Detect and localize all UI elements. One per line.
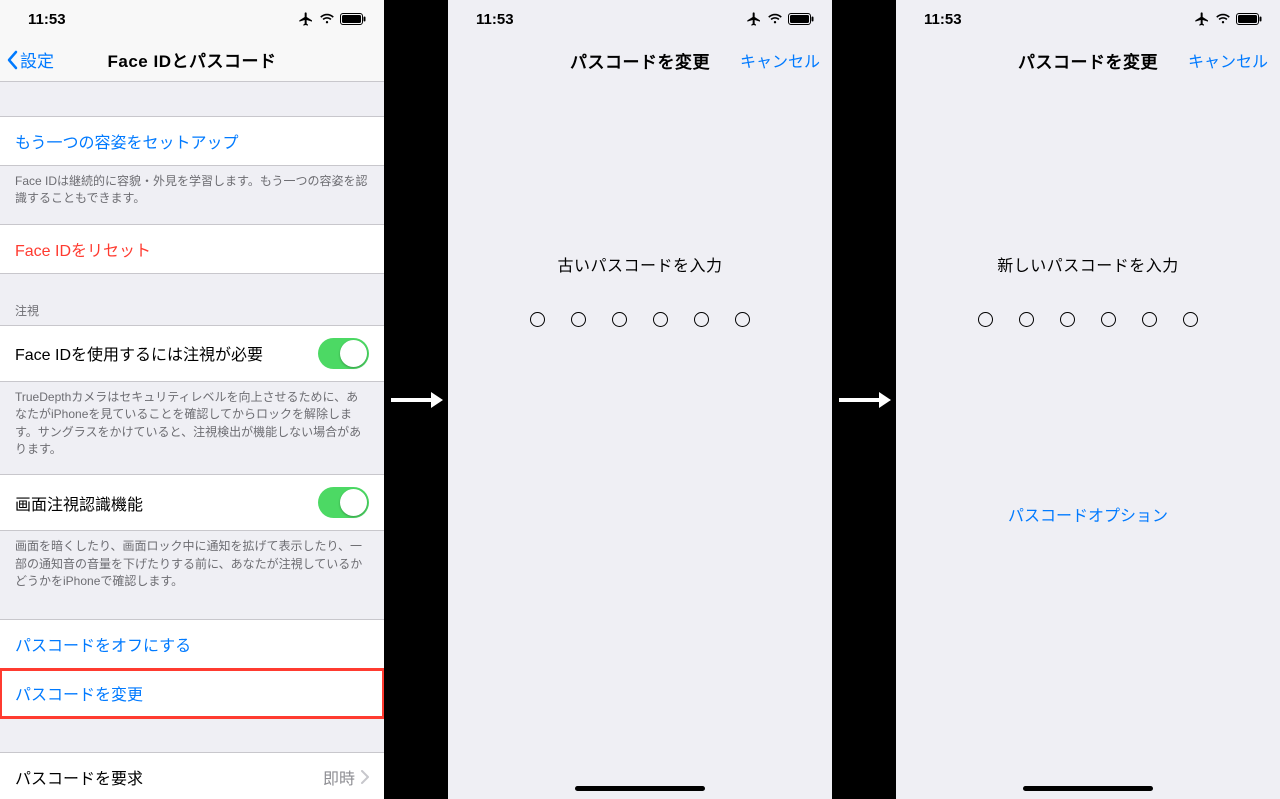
cancel-button[interactable]: キャンセル [1188, 48, 1268, 72]
attention-aware-footer: 画面を暗くしたり、画面ロック中に通知を拡げて表示したり、一部の通知音の音量を下げ… [0, 531, 384, 606]
reset-faceid-label: Face IDをリセット [15, 237, 151, 261]
passcode-dot [694, 312, 709, 327]
status-icons [746, 11, 814, 27]
status-bar: 11:53 [448, 0, 832, 38]
wifi-icon [767, 13, 783, 25]
status-time: 11:53 [476, 11, 514, 28]
wifi-icon [1215, 13, 1231, 25]
screen-new-passcode: 11:53 パスコードを変更 キャンセル 新しいパスコードを入力 [896, 0, 1280, 799]
airplane-icon [1194, 11, 1210, 27]
status-icons [298, 11, 366, 27]
settings-list: もう一つの容姿をセットアップ Face IDは継続的に容貌・外見を学習します。も… [0, 82, 384, 799]
status-bar: 11:53 [896, 0, 1280, 38]
turn-off-passcode-label: パスコードをオフにする [15, 632, 191, 656]
nav-title: Face IDとパスコード [0, 47, 384, 72]
require-attention-toggle[interactable] [318, 338, 369, 369]
passcode-dot [530, 312, 545, 327]
passcode-dot [1183, 312, 1198, 327]
nav-bar: 設定 Face IDとパスコード [0, 38, 384, 82]
require-passcode-value: 即時 [323, 765, 369, 789]
passcode-dot [978, 312, 993, 327]
attention-aware-cell[interactable]: 画面注視認識機能 [0, 474, 384, 531]
setup-footer: Face IDは継続的に容貌・外見を学習します。もう一つの容姿を認識することもで… [0, 166, 384, 224]
battery-icon [788, 13, 814, 25]
require-attention-footer: TrueDepthカメラはセキュリティレベルを向上させるために、あなたがiPho… [0, 382, 384, 475]
arrow-right-icon [389, 390, 443, 410]
status-icons [1194, 11, 1262, 27]
nav-bar: パスコードを変更 キャンセル [448, 38, 832, 82]
airplane-icon [746, 11, 762, 27]
status-bar: 11:53 [0, 0, 384, 38]
require-passcode-label: パスコードを要求 [15, 765, 143, 789]
status-time: 11:53 [924, 11, 962, 28]
status-time: 11:53 [28, 11, 66, 28]
require-attention-cell[interactable]: Face IDを使用するには注視が必要 [0, 325, 384, 382]
chevron-right-icon [361, 770, 369, 784]
attention-aware-toggle[interactable] [318, 487, 369, 518]
arrow-2 [832, 0, 896, 799]
require-passcode-cell[interactable]: パスコードを要求 即時 [0, 752, 384, 799]
passcode-dot [1142, 312, 1157, 327]
passcode-dot [653, 312, 668, 327]
passcode-dot [1060, 312, 1075, 327]
passcode-dot [735, 312, 750, 327]
home-indicator [575, 786, 705, 791]
setup-alt-appearance-cell[interactable]: もう一つの容姿をセットアップ [0, 116, 384, 166]
passcode-prompt: 古いパスコードを入力 [448, 252, 832, 276]
battery-icon [1236, 13, 1262, 25]
passcode-options-button[interactable]: パスコードオプション [896, 502, 1280, 526]
section-attention-header: 注視 [0, 274, 384, 325]
screen-faceid-passcode: 11:53 設定 Face IDとパスコード もう一つの容姿をセットアップ Fa… [0, 0, 384, 799]
passcode-content: 古いパスコードを入力 [448, 82, 832, 799]
attention-aware-label: 画面注視認識機能 [15, 491, 143, 515]
turn-off-passcode-cell[interactable]: パスコードをオフにする [0, 619, 384, 669]
arrow-1 [384, 0, 448, 799]
require-attention-label: Face IDを使用するには注視が必要 [15, 341, 263, 365]
change-passcode-cell[interactable]: パスコードを変更 [0, 669, 384, 718]
passcode-dot [1101, 312, 1116, 327]
nav-bar: パスコードを変更 キャンセル [896, 38, 1280, 82]
setup-alt-appearance-label: もう一つの容姿をセットアップ [15, 129, 239, 153]
screen-old-passcode: 11:53 パスコードを変更 キャンセル 古いパスコードを入力 [448, 0, 832, 799]
reset-faceid-cell[interactable]: Face IDをリセット [0, 224, 384, 274]
change-passcode-label: パスコードを変更 [15, 681, 143, 705]
passcode-content: 新しいパスコードを入力 パスコードオプション [896, 82, 1280, 799]
passcode-prompt: 新しいパスコードを入力 [896, 252, 1280, 276]
passcode-dot [612, 312, 627, 327]
passcode-dots[interactable] [448, 312, 832, 327]
passcode-dot [1019, 312, 1034, 327]
cancel-button[interactable]: キャンセル [740, 48, 820, 72]
battery-icon [340, 13, 366, 25]
passcode-dot [571, 312, 586, 327]
home-indicator [1023, 786, 1153, 791]
wifi-icon [319, 13, 335, 25]
arrow-right-icon [837, 390, 891, 410]
airplane-icon [298, 11, 314, 27]
passcode-dots[interactable] [896, 312, 1280, 327]
